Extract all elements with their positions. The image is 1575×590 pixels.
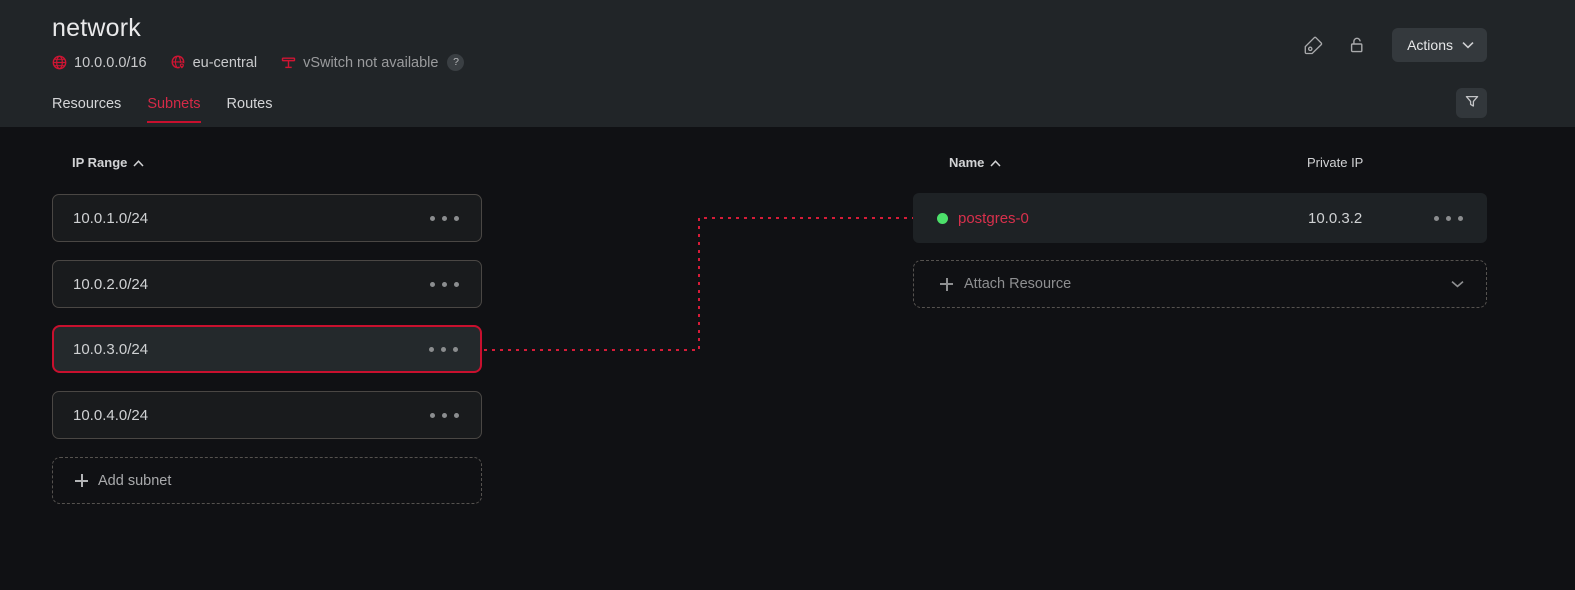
meta-region-label: eu-central: [192, 54, 258, 71]
tab-resources[interactable]: Resources: [52, 96, 121, 123]
caret-up-icon: [990, 155, 1001, 170]
filter-icon: [1465, 94, 1479, 113]
kebab-menu-icon[interactable]: [430, 281, 459, 287]
attach-resource-label: Attach Resource: [964, 276, 1072, 292]
tab-routes[interactable]: Routes: [227, 96, 273, 123]
vswitch-icon: [281, 55, 296, 70]
tab-bar: Resources Subnets Routes: [52, 96, 272, 123]
subnet-card-3-selected[interactable]: 10.0.3.0/24: [52, 325, 482, 373]
unlock-icon[interactable]: [1344, 32, 1370, 58]
meta-cidr-label: 10.0.0.0/16: [74, 54, 147, 71]
actions-button[interactable]: Actions: [1392, 28, 1487, 62]
column-header-ip-range[interactable]: IP Range: [72, 155, 144, 170]
network-detail-page: network 10.0.0.0/16 eu-central vSwitch n…: [0, 0, 1575, 590]
subnet-ip-range: 10.0.2.0/24: [73, 275, 149, 293]
kebab-menu-icon[interactable]: [429, 346, 458, 352]
tag-icon[interactable]: [1300, 32, 1326, 58]
chevron-down-icon[interactable]: [1451, 275, 1464, 293]
globe-icon: [52, 55, 67, 70]
help-icon[interactable]: ?: [447, 54, 465, 71]
filter-button[interactable]: [1456, 88, 1487, 118]
subnet-ip-range: 10.0.4.0/24: [73, 406, 149, 424]
caret-up-icon: [133, 155, 144, 170]
add-subnet-button[interactable]: Add subnet: [52, 457, 482, 504]
meta-vswitch-label: vSwitch not available: [303, 54, 439, 71]
meta-vswitch: vSwitch not available ?: [281, 54, 465, 71]
chevron-down-icon: [1462, 36, 1474, 54]
kebab-menu-icon[interactable]: [1434, 215, 1463, 221]
network-meta-row: 10.0.0.0/16 eu-central vSwitch not avail…: [52, 54, 465, 71]
subnet-card-2[interactable]: 10.0.2.0/24: [52, 260, 482, 308]
meta-cidr: 10.0.0.0/16: [52, 55, 147, 71]
subnet-ip-range: 10.0.3.0/24: [73, 340, 149, 358]
region-icon: [171, 55, 186, 70]
header-actions: Actions: [1300, 28, 1487, 62]
subnet-card-4[interactable]: 10.0.4.0/24: [52, 391, 482, 439]
column-header-name[interactable]: Name: [949, 155, 1001, 170]
kebab-menu-icon[interactable]: [430, 215, 459, 221]
column-header-private-ip: Private IP: [1307, 155, 1364, 170]
page-header: network 10.0.0.0/16 eu-central vSwitch n…: [0, 0, 1575, 127]
actions-button-label: Actions: [1407, 37, 1453, 53]
page-title: network: [52, 14, 141, 42]
column-header-name-label: Name: [949, 155, 985, 170]
resource-row-postgres-0[interactable]: postgres-0 10.0.3.2: [913, 193, 1487, 243]
resource-name[interactable]: postgres-0: [958, 210, 1029, 227]
add-subnet-label: Add subnet: [98, 472, 172, 489]
plus-icon: [75, 474, 88, 487]
tab-subnets[interactable]: Subnets: [147, 96, 201, 123]
status-dot-icon: [937, 212, 948, 224]
subnet-card-1[interactable]: 10.0.1.0/24: [52, 194, 482, 242]
column-header-ip-range-label: IP Range: [72, 155, 128, 170]
attach-resource-button[interactable]: Attach Resource: [913, 260, 1487, 308]
subnet-ip-range: 10.0.1.0/24: [73, 209, 149, 227]
resource-private-ip: 10.0.3.2: [1308, 209, 1363, 227]
meta-region: eu-central: [171, 55, 257, 71]
kebab-menu-icon[interactable]: [430, 412, 459, 418]
plus-icon: [940, 277, 953, 291]
